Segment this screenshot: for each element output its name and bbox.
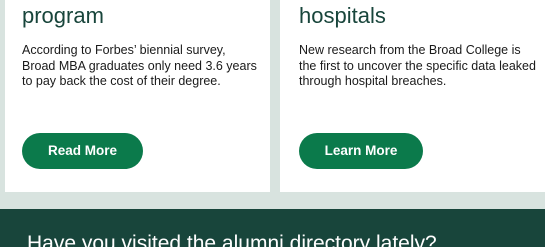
read-more-button[interactable]: Read More [22,133,143,169]
card-summary: New research from the Broad College is t… [299,43,536,88]
card-summary: According to Forbes’ biennial survey, Br… [22,43,257,88]
news-card-mba-payback: program According to Forbes’ biennial su… [5,0,270,192]
news-card-hospital-breaches: hospitals New research from the Broad Co… [280,0,545,192]
banner-heading[interactable]: Have you visited the alumni directory la… [27,232,437,247]
card-title[interactable]: hospitals [299,4,386,28]
page: program According to Forbes’ biennial su… [0,0,545,247]
card-title[interactable]: program [22,4,104,28]
learn-more-button[interactable]: Learn More [299,133,423,169]
alumni-directory-banner: Have you visited the alumni directory la… [0,209,545,247]
